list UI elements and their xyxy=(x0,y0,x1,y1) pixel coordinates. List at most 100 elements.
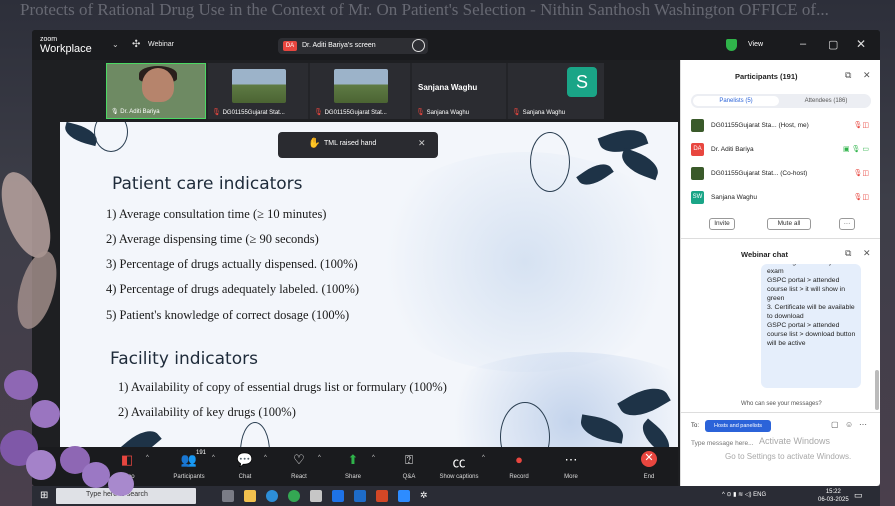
captions-icon: ㏄ xyxy=(452,455,466,470)
record-button[interactable]: ● Record xyxy=(492,447,546,486)
activate-windows-subtitle: Go to Settings to activate Windows. xyxy=(725,452,852,461)
share-button[interactable]: ⬆ Share ^ xyxy=(326,447,380,486)
slide-heading-facility: Facility indicators xyxy=(110,349,258,369)
close-icon[interactable]: ✕ xyxy=(856,37,866,51)
chevron-up-icon[interactable]: ^ xyxy=(264,455,267,461)
end-button[interactable]: ✕ End xyxy=(622,447,676,486)
minimize-icon[interactable]: – xyxy=(800,38,806,50)
share-options-icon[interactable] xyxy=(412,39,425,52)
zoom-icon[interactable] xyxy=(398,490,410,502)
qa-button[interactable]: ⍰ Q&A xyxy=(382,447,436,486)
captions-label: Show captions xyxy=(439,474,479,480)
leaf-decoration xyxy=(0,165,61,265)
participant-name: DG01155Gujarat Stat... (Co-host) xyxy=(711,170,808,177)
slide-list-item: 1) Availability of copy of essential dru… xyxy=(118,380,447,394)
outlook-icon[interactable] xyxy=(354,490,366,502)
mic-off-icon: 🎙◫ xyxy=(853,170,869,177)
slide-list-item: 2) Average dispensing time (≥ 90 seconds… xyxy=(106,232,319,246)
video-tile[interactable]: 🎙 DG01155Gujarat Stat... xyxy=(310,63,410,119)
chat-label: Chat xyxy=(238,474,252,480)
time: 15:22 xyxy=(825,489,841,495)
qa-icon: ⍰ xyxy=(405,452,413,467)
participant-row[interactable]: DG01155Gujarat Stat... (Co-host) 🎙◫ xyxy=(691,166,873,182)
flower-decoration xyxy=(82,462,110,488)
mic-off-icon: 🎙◫ xyxy=(853,194,869,201)
leaf-outline-decoration xyxy=(530,132,570,192)
mic-off-icon: 🎙 xyxy=(314,109,323,116)
close-icon[interactable]: ✕ xyxy=(863,248,871,259)
title-bar: zoom Workplace ⌄ ✣ Webinar DA Dr. Aditi … xyxy=(32,30,880,60)
system-tray[interactable]: ^ ⊙ ▮ ≋ ◁) ENG xyxy=(722,491,766,498)
more-button[interactable]: ⋯ More xyxy=(544,447,598,486)
recipient-select[interactable]: Hosts and panelists xyxy=(705,420,771,432)
chevron-down-icon[interactable]: ⌄ xyxy=(112,40,119,49)
participant-name: Sanjana Waghu xyxy=(418,83,478,92)
slide-heading-patient-care: Patient care indicators xyxy=(112,174,303,194)
divider xyxy=(681,412,880,413)
chat-title: Webinar chat xyxy=(741,250,788,259)
settings-icon[interactable]: ✲ xyxy=(420,490,432,502)
tile-label: 🎙 DG01155Gujarat Stat... xyxy=(212,109,285,116)
who-can-see-link[interactable]: Who can see your messages? xyxy=(741,401,822,407)
video-tile-aditi[interactable]: 🎙 Dr. Aditi Bariya xyxy=(106,63,206,119)
language-indicator: ENG xyxy=(753,492,767,498)
raised-hand-icon: ✋ xyxy=(308,138,321,149)
powerpoint-icon[interactable] xyxy=(376,490,388,502)
chrome-icon[interactable] xyxy=(288,490,300,502)
react-button[interactable]: ♡ React ^ xyxy=(272,447,326,486)
more-button[interactable]: ··· xyxy=(839,218,855,230)
tile-label: 🎙 Sanjana Waghu xyxy=(416,109,470,116)
participant-face xyxy=(142,68,174,102)
participants-button[interactable]: 👥 191 Participants ^ xyxy=(162,447,216,486)
chevron-up-icon[interactable]: ^ xyxy=(482,455,485,461)
file-icon[interactable]: ▢ xyxy=(831,420,839,429)
slide-list-item: 2) Availability of key drugs (100%) xyxy=(118,405,296,419)
chevron-up-icon[interactable]: ^ xyxy=(212,455,215,461)
app-icon[interactable] xyxy=(332,490,344,502)
chevron-up-icon[interactable]: ^ xyxy=(318,455,321,461)
chat-scrollbar[interactable] xyxy=(875,370,879,410)
view-button[interactable]: View xyxy=(748,41,763,48)
chat-button[interactable]: 💬 Chat ^ xyxy=(218,447,272,486)
tile-label: 🎙 Sanjana Waghu xyxy=(512,109,566,116)
video-image xyxy=(334,69,388,103)
sharing-icon: ▣ 🎙 ▭ xyxy=(842,146,869,153)
webinar-label: Webinar xyxy=(148,41,174,48)
task-view-icon[interactable] xyxy=(222,490,234,502)
flower-overlay xyxy=(60,440,150,506)
tab-attendees[interactable]: Attendees (186) xyxy=(783,96,869,106)
participant-row[interactable]: DA Dr. Aditi Bariya ▣ 🎙 ▭ xyxy=(691,142,873,158)
emoji-icon[interactable]: ☺ xyxy=(845,420,853,429)
more-icon[interactable]: ⋯ xyxy=(859,420,867,429)
to-label: To: xyxy=(691,423,700,429)
maximize-icon[interactable]: ▢ xyxy=(828,38,838,51)
share-label: Share xyxy=(344,474,361,480)
flower-decoration xyxy=(26,450,56,480)
end-x-icon: ✕ xyxy=(644,452,654,464)
video-image xyxy=(232,69,286,103)
video-tile[interactable]: 🎙 DG01155Gujarat Stat... xyxy=(208,63,308,119)
file-explorer-icon[interactable] xyxy=(244,490,256,502)
zoom-brand[interactable]: zoom Workplace xyxy=(40,36,92,55)
participant-row[interactable]: DG01155Gujarat Sta... (Host, me) 🎙◫ xyxy=(691,118,873,134)
mic-off-icon: 🎙 xyxy=(212,109,221,116)
avatar: S xyxy=(567,67,597,97)
more-label: More xyxy=(564,474,578,480)
clock[interactable]: 15:22 06-03-2025 xyxy=(818,488,849,504)
slide-list-item: 3) Percentage of drugs actually dispense… xyxy=(106,257,358,271)
popout-icon[interactable]: ⧉ xyxy=(845,248,851,259)
popout-icon[interactable]: ⧉ xyxy=(845,70,851,81)
shield-icon[interactable] xyxy=(726,39,737,51)
mute-all-button[interactable]: Mute all xyxy=(767,218,811,230)
participant-row[interactable]: SW Sanjana Waghu 🎙◫ xyxy=(691,190,873,206)
invite-button[interactable]: Invite xyxy=(709,218,735,230)
edge-icon[interactable] xyxy=(266,490,278,502)
captions-button[interactable]: ㏄ Show captions ^ xyxy=(432,447,486,486)
close-icon[interactable]: ✕ xyxy=(418,138,426,149)
close-icon[interactable]: ✕ xyxy=(863,70,871,81)
tab-panelists[interactable]: Panelists (5) xyxy=(693,96,779,106)
notifications-icon[interactable]: ▭ xyxy=(854,490,863,501)
app-icon[interactable] xyxy=(310,490,322,502)
chevron-up-icon[interactable]: ^ xyxy=(372,455,375,461)
share-label: Dr. Aditi Bariya's screen xyxy=(302,42,376,49)
